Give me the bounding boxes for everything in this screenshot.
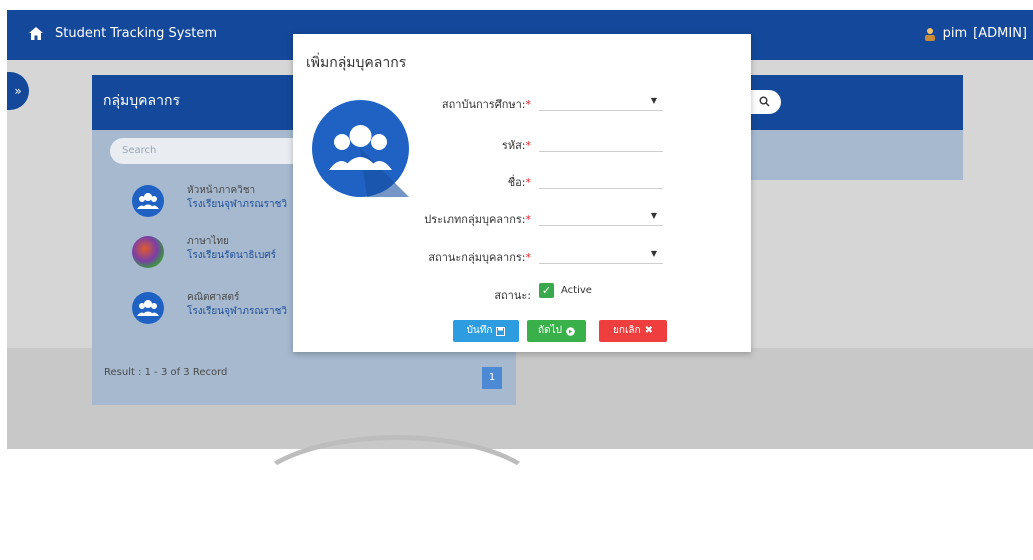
close-icon: ✖ — [644, 325, 653, 336]
caret-down-icon: ▼ — [650, 96, 657, 105]
code-label: รหัส:* — [501, 139, 531, 152]
home-icon[interactable] — [29, 27, 43, 40]
group-avatar-icon — [312, 100, 409, 197]
group-photo-avatar — [132, 236, 164, 268]
name-input[interactable] — [539, 172, 663, 189]
user-menu[interactable]: pim [ADMIN] — [923, 26, 1027, 41]
caret-down-icon: ▼ — [650, 249, 657, 258]
app-title[interactable]: Student Tracking System — [55, 26, 217, 41]
active-checkbox[interactable]: ✓ — [539, 283, 554, 298]
background-arc — [247, 435, 547, 560]
username: pim — [942, 26, 968, 41]
cancel-button[interactable]: ยกเลิก ✖ — [599, 320, 667, 342]
group-status-label: สถานะกลุ่มบุคลากร:* — [428, 251, 531, 264]
group-type-label: ประเภทกลุ่มบุคลากร:* — [424, 213, 531, 226]
next-button[interactable]: ถัดไป — [527, 320, 586, 342]
active-label: Active — [561, 285, 592, 296]
list-item[interactable]: หัวหน้าภาควิชา โรงเรียนจุฬาภรณราชวิ — [132, 179, 312, 223]
save-button[interactable]: บันทึก — [453, 320, 519, 342]
group-status-select[interactable]: ▼ — [539, 247, 663, 264]
list-item-title: คณิตศาสตร์ — [187, 292, 240, 303]
right-panel-header — [747, 75, 963, 130]
name-label: ชื่อ:* — [507, 176, 531, 189]
status-label: สถานะ: — [494, 289, 531, 302]
save-icon — [496, 326, 506, 336]
list-item[interactable]: คณิตศาสตร์ โรงเรียนจุฬาภรณราชวิ — [132, 286, 312, 330]
right-panel — [747, 75, 963, 180]
search-input[interactable]: Search — [110, 138, 320, 164]
list-item-subtitle: โรงเรียนรัตนาธิเบศร์ — [187, 250, 277, 261]
user-role: [ADMIN] — [973, 26, 1027, 41]
arrow-right-circle-icon — [566, 326, 575, 336]
sidebar-toggle-button[interactable]: » — [7, 72, 29, 110]
institution-label: สถาบันการศึกษา:* — [441, 98, 531, 111]
search-button[interactable] — [747, 90, 781, 114]
result-count: Result : 1 - 3 of 3 Record — [104, 367, 228, 378]
list-item-title: ภาษาไทย — [187, 236, 229, 247]
group-avatar-icon — [132, 292, 164, 324]
list-item-subtitle: โรงเรียนจุฬาภรณราชวิ — [187, 199, 288, 210]
group-avatar-icon — [132, 185, 164, 217]
list-item-title: หัวหน้าภาควิชา — [187, 185, 256, 196]
modal-title: เพิ่มกลุ่มบุคลากร — [306, 55, 407, 71]
institution-select[interactable]: ▼ — [539, 94, 663, 111]
user-icon — [924, 27, 935, 41]
search-icon — [759, 96, 769, 107]
code-input[interactable] — [539, 135, 663, 152]
pagination-page-button[interactable]: 1 — [482, 367, 502, 389]
group-type-select[interactable]: ▼ — [539, 209, 663, 226]
list-item-subtitle: โรงเรียนจุฬาภรณราชวิ — [187, 306, 288, 317]
list-item[interactable]: ภาษาไทย โรงเรียนรัตนาธิเบศร์ — [132, 230, 312, 274]
add-group-modal: เพิ่มกลุ่มบุคลากร สถาบันการศึกษา:* ▼ รหั… — [293, 34, 751, 352]
caret-down-icon: ▼ — [650, 211, 657, 220]
